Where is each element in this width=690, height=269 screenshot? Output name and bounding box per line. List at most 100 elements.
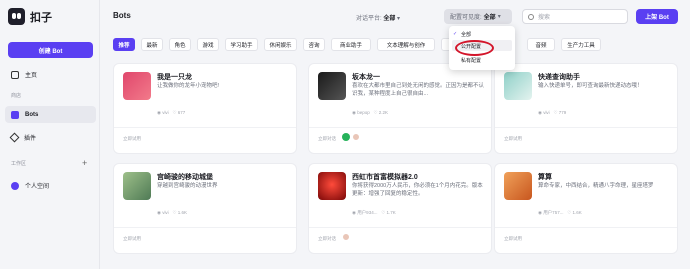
home-icon [11, 70, 19, 79]
platform-filter-value: 全部 [383, 16, 396, 22]
bot-avatar [123, 172, 151, 200]
publish-bot-button[interactable]: 上架 Bot [636, 9, 678, 24]
tab-learning[interactable]: 学习助手 [225, 38, 258, 51]
card-divider [114, 127, 296, 128]
bot-stats: 677 [177, 110, 186, 115]
search-icon [528, 13, 534, 20]
logo-text: 扣子 [30, 11, 52, 24]
bot-description: 穿越到宫崎骏的动漫世界 [157, 183, 218, 189]
sidebar-item-personal-space[interactable]: 个人空间 [5, 177, 96, 194]
logo[interactable]: 扣子 [8, 8, 52, 25]
check-icon: ✓ [453, 31, 458, 37]
try-now-link[interactable]: 立即试用 [504, 236, 522, 242]
bot-stats: 1.7K [386, 210, 396, 215]
bot-title: 我是一只龙 [157, 74, 192, 81]
card-divider [114, 227, 296, 228]
bot-meta: ◉ vivi ♡ 1.6K [157, 210, 187, 215]
platform-icons [342, 233, 350, 241]
search-placeholder: 搜索 [538, 15, 551, 21]
bot-description: 让我做你的龙年小宠物吧! [157, 83, 220, 89]
card-divider [495, 227, 677, 228]
bot-author: 用户757... [543, 210, 564, 215]
bot-description: 输入快递单号，即可查询最新快递动态哦！ [538, 83, 643, 89]
bot-title: 快递查询助手 [538, 74, 580, 81]
bot-card[interactable]: 我是一只龙 让我做你的龙年小宠物吧! ◉ vivi ♡ 677 立即试用 [113, 63, 297, 154]
bot-meta: ◉ vivi ♡ 677 [157, 110, 186, 115]
try-now-link[interactable]: 立即试用 [123, 236, 141, 242]
plugin-icon [9, 132, 20, 143]
bot-card[interactable]: 西虹市首富模拟器2.0 你将获得2000万人民币，你必须在1个月内花完。版本更新… [308, 163, 492, 254]
bot-avatar [123, 72, 151, 100]
bot-meta: ◉ 用户757... ♡ 1.6K [538, 210, 582, 215]
sidebar-item-label: 个人空间 [25, 184, 50, 190]
bot-card[interactable]: 快递查询助手 输入快递单号，即可查询最新快递动态哦！ ◉ vivi ♡ 779 … [494, 63, 678, 154]
bot-author: vivi [162, 210, 169, 215]
tab-recommended[interactable]: 推荐 [113, 38, 135, 51]
chevron-down-icon: ▾ [497, 14, 501, 20]
platform-filter-label: 对话平台: [356, 16, 382, 22]
chat-now-link[interactable]: 立即对话 [318, 136, 336, 142]
sidebar-item-home[interactable]: 主页 [5, 66, 96, 83]
sidebar-item-bots[interactable]: Bots [5, 106, 96, 123]
chat-now-link[interactable]: 立即对话 [318, 236, 336, 242]
bot-avatar [504, 72, 532, 100]
avatar [11, 181, 19, 190]
add-workspace-icon[interactable]: + [82, 159, 87, 168]
visibility-filter-label: 配置可见度: [450, 15, 482, 21]
tab-latest[interactable]: 最新 [141, 38, 163, 51]
page-title: Bots [113, 11, 131, 20]
bot-title: 宫崎骏的移动城堡 [157, 174, 213, 181]
bot-author: vivi [162, 110, 169, 115]
tab-audio[interactable]: 音频 [527, 38, 555, 51]
bot-avatar [318, 72, 346, 100]
bot-avatar [504, 172, 532, 200]
bot-description: 你将获得2000万人民币，你必须在1个月内花完。版本更新：增强了回复的稳定性。 [352, 183, 483, 197]
card-divider [309, 127, 491, 128]
dropdown-option-all[interactable]: 全部 [461, 31, 471, 38]
search-input[interactable]: 搜索 [522, 9, 628, 24]
sidebar-item-label: 主页 [25, 73, 38, 79]
tab-leisure[interactable]: 休闲娱乐 [264, 38, 297, 51]
platform-filter[interactable]: 对话平台: 全部 ▾ [356, 13, 400, 22]
bot-author: vivi [543, 110, 550, 115]
bot-card[interactable]: 坂本龙一 喜欢在大都市里自己到处无闲的感觉。正因为是都不认识我，某种程度上自己很… [308, 63, 492, 154]
card-divider [309, 227, 491, 228]
tab-productivity[interactable]: 生产力工具 [561, 38, 601, 51]
tab-game[interactable]: 游戏 [197, 38, 219, 51]
bot-title: 坂本龙一 [352, 74, 380, 81]
bot-card[interactable]: 算算 算命专家，中西结合，精通八字命理，星座塔罗 ◉ 用户757... ♡ 1.… [494, 163, 678, 254]
chevron-down-icon: ▾ [397, 16, 401, 22]
bot-card[interactable]: 宫崎骏的移动城堡 穿越到宫崎骏的动漫世界 ◉ vivi ♡ 1.6K 立即试用 [113, 163, 297, 254]
highlight-circle [455, 40, 494, 56]
tab-business[interactable]: 商业助手 [331, 38, 371, 51]
tab-text-creation[interactable]: 文本理解与创作 [377, 38, 435, 51]
try-now-link[interactable]: 立即试用 [123, 136, 141, 142]
bots-icon [11, 110, 19, 119]
sidebar-item-plugins[interactable]: 插件 [5, 129, 96, 146]
dropdown-option-private[interactable]: 私有配置 [461, 57, 481, 64]
bot-stats: 779 [558, 110, 567, 115]
avatar [342, 233, 350, 241]
bot-title: 西虹市首富模拟器2.0 [352, 174, 418, 181]
visibility-filter[interactable]: 配置可见度: 全部 ▾ [444, 9, 512, 24]
bot-description: 算命专家，中西结合，精通八字命理，星座塔罗 [538, 183, 654, 189]
workspace-section-label: 工作区 [11, 161, 27, 167]
bot-meta: ◉ 用户934... ♡ 1.7K [352, 210, 396, 215]
bot-author: 用户934... [357, 210, 378, 215]
tab-role[interactable]: 角色 [169, 38, 191, 51]
bot-title: 算算 [538, 174, 552, 181]
sidebar: 扣子 创建 Bot 主页 商店 Bots 插件 工作区 + 个人空间 [0, 0, 100, 269]
visibility-filter-value: 全部 [483, 15, 496, 21]
wechat-icon [342, 133, 350, 141]
sidebar-item-label: 插件 [24, 136, 37, 142]
bot-author: bepop [357, 110, 370, 115]
try-now-link[interactable]: 立即试用 [504, 136, 522, 142]
create-bot-button[interactable]: 创建 Bot [8, 42, 93, 58]
tab-consult[interactable]: 咨询 [303, 38, 325, 51]
bot-stats: 1.6K [572, 210, 582, 215]
bot-stats: 2.2K [378, 110, 389, 115]
card-divider [495, 127, 677, 128]
logo-icon [8, 8, 25, 25]
platform-icons [342, 133, 360, 141]
bot-meta: ◉ vivi ♡ 779 [538, 110, 567, 115]
